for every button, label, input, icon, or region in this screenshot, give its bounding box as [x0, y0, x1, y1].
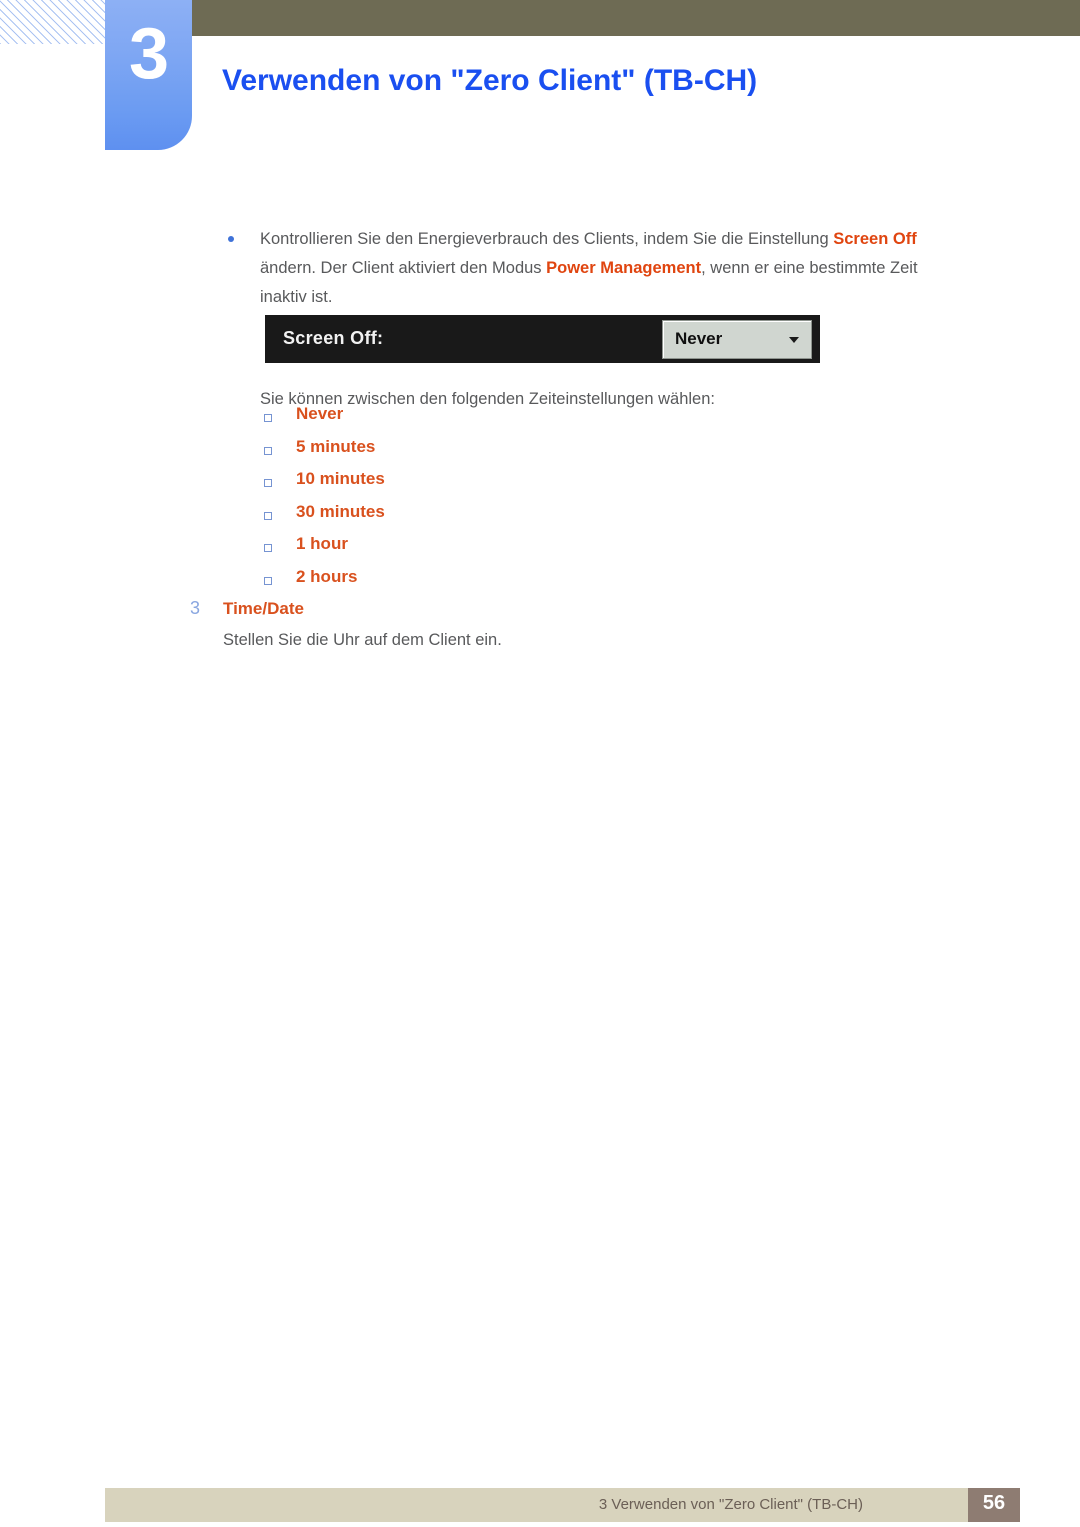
- screen-off-dropdown[interactable]: Never: [662, 320, 812, 359]
- page-title: Verwenden von "Zero Client" (TB-CH): [222, 64, 758, 98]
- step-title: Time/Date: [223, 599, 304, 618]
- keyword-screen-off: Screen Off: [833, 229, 917, 248]
- bullet-text-part-1: Kontrollieren Sie den Energieverbrauch d…: [260, 229, 834, 248]
- page-number: 56: [982, 1492, 1006, 1514]
- bullet-paragraph-text: Kontrollieren Sie den Energieverbrauch d…: [260, 225, 967, 312]
- square-bullet-icon: [264, 479, 272, 487]
- option-label: 1 hour: [296, 534, 348, 553]
- keyword-power-management: Power Management: [546, 258, 702, 277]
- square-bullet-icon: [264, 576, 272, 585]
- bullet-text-part-2: ändern. Der Client aktiviert den Modus: [260, 258, 547, 277]
- footer-bar: 3 Verwenden von "Zero Client" (TB-CH) 56: [105, 1488, 1020, 1522]
- option-label: 10 minutes: [296, 469, 385, 488]
- main-content: Kontrollieren Sie den Energieverbrauch d…: [0, 208, 1080, 650]
- chapter-tab: 3: [105, 0, 192, 150]
- step-number: 3: [190, 598, 201, 618]
- chapter-number: 3: [128, 14, 169, 94]
- footer-chapter-label: 3 Verwenden von "Zero Client" (TB-CH): [598, 1496, 863, 1513]
- square-bullet-icon: [264, 511, 272, 520]
- option-label: 5 minutes: [296, 436, 376, 456]
- screen-off-label: Screen Off:: [283, 328, 384, 348]
- option-label: 30 minutes: [296, 501, 385, 521]
- dot-bullet-icon: [228, 235, 234, 242]
- footer-page-box: 56: [968, 1488, 1020, 1522]
- option-label: Never: [296, 404, 344, 423]
- step-description: Stellen Sie die Uhr auf dem Client ein.: [223, 631, 502, 649]
- square-bullet-icon: [264, 414, 272, 422]
- option-label: 2 hours: [296, 566, 358, 586]
- square-bullet-icon: [264, 544, 272, 552]
- header-hatch-pattern: [0, 0, 112, 44]
- screen-off-panel: Screen Off: Never: [265, 315, 820, 363]
- header-olive-bar: [192, 0, 1080, 36]
- bullet-paragraph: Kontrollieren Sie den Energieverbrauch d…: [222, 225, 967, 312]
- chevron-down-icon: [789, 337, 799, 343]
- square-bullet-icon: [264, 446, 272, 455]
- screen-off-selected-value: Never: [675, 329, 723, 348]
- screen-off-widget: Screen Off: Never: [265, 315, 820, 363]
